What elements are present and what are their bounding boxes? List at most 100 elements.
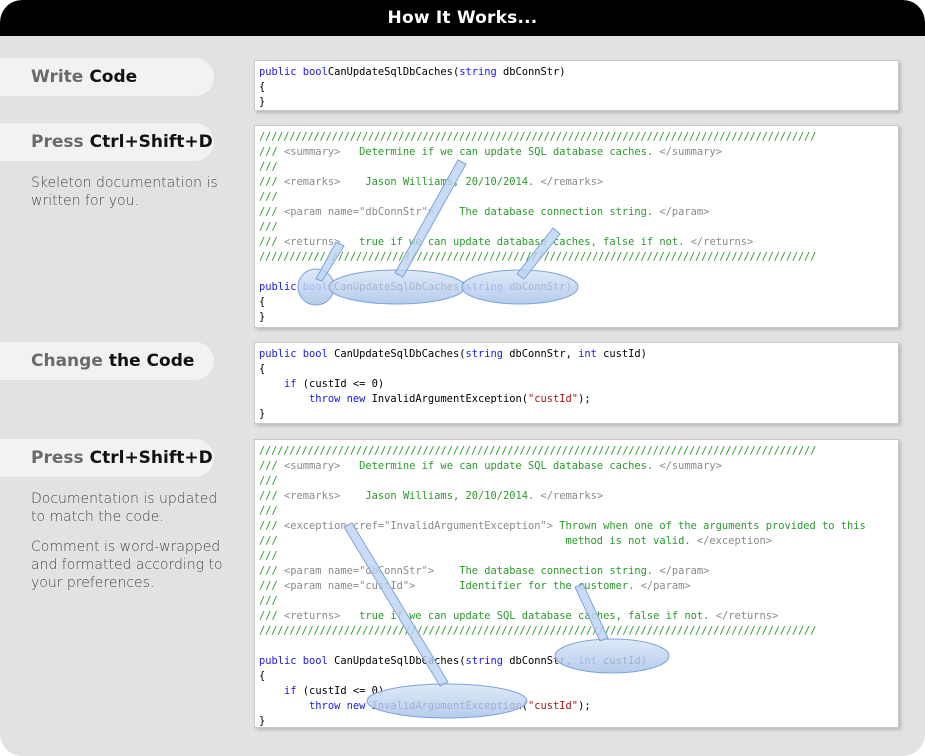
code-token: /// bbox=[259, 221, 278, 233]
code-token: dbConnStr) bbox=[496, 66, 566, 78]
code-token: /// bbox=[259, 490, 285, 502]
code-token: /// bbox=[259, 176, 285, 188]
code-line: public bool CanUpdateSqlDbCaches(string … bbox=[259, 654, 647, 669]
code-line: /// <returns> true if we can update data… bbox=[259, 235, 753, 250]
code-token: "custId" bbox=[528, 393, 579, 405]
code-token: Determine if we can update SQL database … bbox=[340, 460, 660, 472]
step-verb: Write bbox=[31, 67, 84, 87]
code-token: (custId <= 0) bbox=[296, 685, 385, 697]
step-label-press-shortcut-1: Press Ctrl+Shift+D bbox=[0, 123, 214, 161]
code-token: public bool bbox=[259, 655, 328, 667]
code-token: /// bbox=[259, 520, 285, 532]
code-box-updated: ////////////////////////////////////////… bbox=[254, 439, 899, 728]
code-token: dbConnStr, bbox=[503, 348, 579, 360]
code-line: /// bbox=[259, 504, 278, 519]
step-verb: Press bbox=[31, 448, 84, 468]
code-token: The database connection string. bbox=[434, 206, 660, 218]
code-line: /// bbox=[259, 549, 278, 564]
code-token: <param name="dbConnStr"> bbox=[284, 206, 435, 218]
code-line: /// <returns> true if we can update SQL … bbox=[259, 609, 778, 624]
code-token: /// bbox=[259, 475, 278, 487]
code-token: <summary> bbox=[284, 146, 341, 158]
code-token: if bbox=[284, 378, 297, 390]
code-token: int bbox=[578, 348, 597, 360]
code-line: /// bbox=[259, 594, 278, 609]
code-line: ////////////////////////////////////////… bbox=[259, 130, 816, 145]
code-token: CanUpdateSqlDbCaches( bbox=[327, 348, 466, 360]
code-token: </summary> bbox=[659, 146, 722, 158]
code-token: } bbox=[259, 408, 266, 420]
description-text: Documentation is updated to match the co… bbox=[31, 491, 218, 525]
code-line: /// <param name="dbConnStr"> The databas… bbox=[259, 564, 709, 579]
code-token: The database connection string. bbox=[434, 565, 660, 577]
code-token: } bbox=[259, 715, 266, 727]
header-title: How It Works... bbox=[387, 8, 538, 28]
code-line: public bool CanUpdateSqlDbCaches(string … bbox=[259, 347, 647, 362]
step-description-2: Documentation is updated to match the co… bbox=[31, 490, 231, 604]
step-label-write-code: Write Code bbox=[0, 58, 214, 96]
step-object: the Code bbox=[108, 351, 195, 371]
step-verb: Press bbox=[31, 132, 84, 152]
step-description-1: Skeleton documentation is written for yo… bbox=[31, 174, 231, 222]
code-line: /// bbox=[259, 190, 278, 205]
code-token: <exception cref="InvalidArgumentExceptio… bbox=[284, 520, 554, 532]
code-token: Thrown when one of the arguments provide… bbox=[553, 520, 866, 532]
step-object: Ctrl+Shift+D bbox=[89, 448, 213, 468]
header-bar: How It Works... bbox=[0, 0, 925, 36]
code-line: ////////////////////////////////////////… bbox=[259, 250, 816, 265]
code-token: } bbox=[259, 311, 266, 323]
step-verb: Change bbox=[31, 351, 103, 371]
code-line: ////////////////////////////////////////… bbox=[259, 444, 816, 459]
code-token: Jason Williams, 20/10/2014. bbox=[340, 490, 541, 502]
code-token: <remarks> bbox=[284, 490, 341, 502]
code-token: throw new bbox=[309, 393, 366, 405]
code-line: /// <summary> Determine if we can update… bbox=[259, 459, 722, 474]
code-token: <returns> bbox=[284, 610, 341, 622]
code-token: { bbox=[259, 363, 266, 375]
code-token: /// bbox=[259, 146, 285, 158]
code-token: <param name="dbConnStr"> bbox=[284, 565, 435, 577]
code-token: /// bbox=[259, 595, 278, 607]
code-token: /// bbox=[259, 161, 278, 173]
code-token: ////////////////////////////////////////… bbox=[259, 251, 817, 263]
code-token: "custId" bbox=[528, 700, 579, 712]
code-line: /// <exception cref="InvalidArgumentExce… bbox=[259, 519, 866, 534]
code-token: </param> bbox=[659, 206, 710, 218]
code-token: <remarks> bbox=[284, 176, 341, 188]
code-token: true if we can update database caches, f… bbox=[340, 236, 691, 248]
code-token: </remarks> bbox=[540, 490, 604, 502]
code-token: { bbox=[259, 296, 266, 308]
code-line: /// method is not valid. </exception> bbox=[259, 534, 772, 549]
code-box-documented: ////////////////////////////////////////… bbox=[254, 125, 899, 328]
code-token: throw new bbox=[309, 700, 366, 712]
code-token: string bbox=[465, 281, 504, 293]
code-token: Determine if we can update SQL database … bbox=[340, 146, 660, 158]
code-line: { bbox=[259, 669, 265, 684]
code-token: Jason Williams, 20/10/2014. bbox=[340, 176, 541, 188]
code-line: { bbox=[259, 362, 265, 377]
code-token: if bbox=[284, 685, 297, 697]
code-token: </remarks> bbox=[540, 176, 604, 188]
code-token: CanUpdateSqlDbCaches( bbox=[327, 655, 466, 667]
code-token: </param> bbox=[640, 580, 691, 592]
code-token: <param name="custId"> bbox=[284, 580, 416, 592]
code-token: /// method is not valid. bbox=[259, 535, 697, 547]
diagram-frame: How It Works... Write Code public boolCa… bbox=[0, 0, 925, 756]
code-token: ////////////////////////////////////////… bbox=[259, 625, 817, 637]
code-token: </returns> bbox=[715, 610, 779, 622]
code-token: public bool bbox=[259, 66, 328, 78]
code-token: <summary> bbox=[284, 460, 341, 472]
code-token: public bool bbox=[259, 281, 328, 293]
step-object: Ctrl+Shift+D bbox=[89, 132, 213, 152]
code-token: { bbox=[259, 670, 266, 682]
code-token: /// bbox=[259, 550, 278, 562]
code-line: if (custId <= 0) bbox=[259, 684, 384, 699]
code-token: /// bbox=[259, 236, 285, 248]
code-line: /// bbox=[259, 220, 278, 235]
code-line: throw new InvalidArgumentException("cust… bbox=[259, 392, 591, 407]
code-line: { bbox=[259, 80, 265, 95]
